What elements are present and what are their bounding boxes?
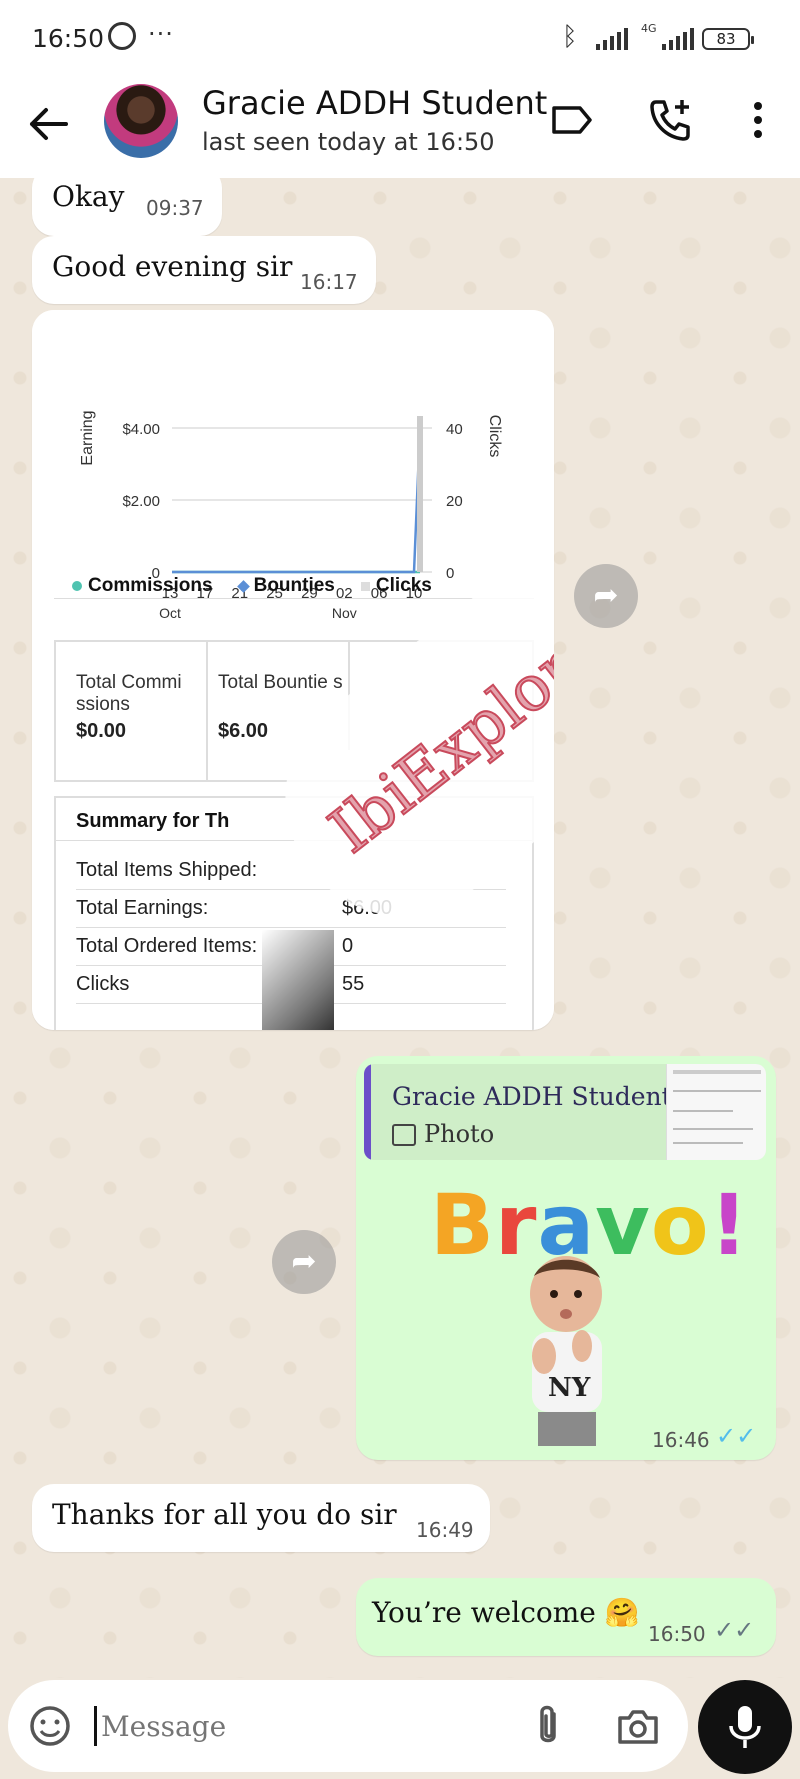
label-icon[interactable] (548, 96, 596, 144)
baby-sticker: NY (530, 1256, 602, 1446)
message-text: Thanks for all you do sir (52, 1498, 397, 1531)
message-time: 16:17 (300, 270, 358, 294)
total-commissions-label: Total Commi ssions (76, 672, 182, 715)
legend-commissions: Commissions (72, 575, 213, 597)
quote-bar (364, 1064, 371, 1160)
outgoing-message[interactable]: You’re welcome 🤗 16:50 ✓✓ (356, 1578, 776, 1656)
legend-clicks: Clicks (360, 575, 432, 597)
shared-screenshot[interactable]: $4.00 $2.00 0 40 20 0 Earning Clicks 13 17 21 25 29 0… (32, 310, 554, 1030)
contact-name[interactable]: Gracie ADDH Student (202, 84, 547, 122)
quote-author: Gracie ADDH Student (392, 1082, 672, 1111)
summary-title: Summary for Th (76, 810, 230, 832)
status-bar: 16:50 ··· ᛒ 4G 83 (0, 0, 800, 78)
y2-axis-label: Clicks (486, 415, 503, 458)
message-text: Okay (52, 180, 125, 213)
status-time: 16:50 (32, 24, 105, 53)
divider (54, 598, 534, 600)
last-seen-status: last seen today at 16:50 (202, 128, 495, 156)
svg-text:NY: NY (548, 1373, 591, 1403)
incoming-message[interactable]: Thanks for all you do sir 16:49 (32, 1484, 490, 1552)
photo-icon (392, 1124, 416, 1146)
quote-type: Photo (424, 1120, 495, 1148)
message-time: 16:46 (652, 1428, 710, 1452)
incoming-image-message[interactable]: $4.00 $2.00 0 40 20 0 Earning Clicks 13 17 21 25 29 0… (32, 310, 554, 1030)
sticker-emoji-icon[interactable] (28, 1704, 72, 1748)
total-commissions-value: $0.00 (76, 720, 127, 742)
total-bounties-label: Total Bountie s (218, 672, 343, 693)
message-time: 09:37 (146, 196, 204, 220)
more-notifications-icon: ··· (148, 20, 174, 48)
microphone-icon (729, 1706, 761, 1748)
chat-header: Gracie ADDH Student last seen today at 1… (0, 78, 800, 178)
signal-icon-2 (662, 26, 694, 50)
avatar[interactable] (104, 84, 178, 158)
y-axis-label: Earning (79, 410, 96, 465)
message-composer (8, 1680, 688, 1772)
message-input[interactable] (94, 1706, 494, 1746)
battery-icon: 83 (702, 28, 754, 50)
delivered-ticks-icon: ✓✓ (714, 1616, 755, 1644)
incoming-message[interactable]: Good evening sir 16:17 (32, 236, 376, 304)
outgoing-sticker-message[interactable]: Gracie ADDH Student Photo Bravo! NY 16:4… (356, 1056, 776, 1460)
y2-tick-label: 0 (446, 565, 454, 582)
message-text: Good evening sir (52, 250, 293, 283)
attach-icon[interactable] (528, 1702, 568, 1750)
message-time: 16:49 (416, 1518, 474, 1542)
x-month-label: Oct (159, 605, 181, 621)
legend-bounties: Bounties (236, 575, 335, 597)
chat-area[interactable]: Okay 09:37 Good evening sir 16:17 $4.00 $… (0, 178, 800, 1678)
bluetooth-icon: ᛒ (562, 22, 578, 52)
forward-icon[interactable]: ➦ (272, 1230, 336, 1294)
x-month-label: Nov (332, 605, 357, 621)
divider (206, 640, 208, 782)
blurred-region (262, 930, 334, 1030)
network-type: 4G (641, 22, 657, 35)
reply-quote[interactable]: Gracie ADDH Student Photo (364, 1064, 766, 1160)
message-text: You’re welcome 🤗 (372, 1596, 640, 1629)
y2-tick-label: 40 (446, 421, 463, 438)
y-tick-label: $2.00 (122, 493, 160, 510)
total-bounties-value: $6.00 (218, 720, 269, 742)
add-call-icon[interactable] (646, 96, 694, 144)
incoming-message[interactable]: Okay 09:37 (32, 178, 222, 236)
voice-message-button[interactable] (698, 1680, 792, 1774)
more-options-icon[interactable] (734, 96, 782, 144)
y2-tick-label: 20 (446, 493, 463, 510)
chart-legend: Commissions Bounties Clicks (72, 575, 432, 597)
whatsapp-icon (108, 22, 136, 50)
message-time: 16:50 (648, 1622, 706, 1646)
camera-icon[interactable] (616, 1704, 660, 1748)
signal-icon (596, 26, 628, 50)
quote-thumbnail (666, 1064, 766, 1160)
series-clicks-bar (417, 416, 423, 572)
back-arrow-icon[interactable] (26, 102, 70, 146)
forward-icon[interactable]: ➦ (574, 564, 638, 628)
read-ticks-icon: ✓✓ (716, 1422, 757, 1450)
y-tick-label: $4.00 (122, 421, 160, 438)
